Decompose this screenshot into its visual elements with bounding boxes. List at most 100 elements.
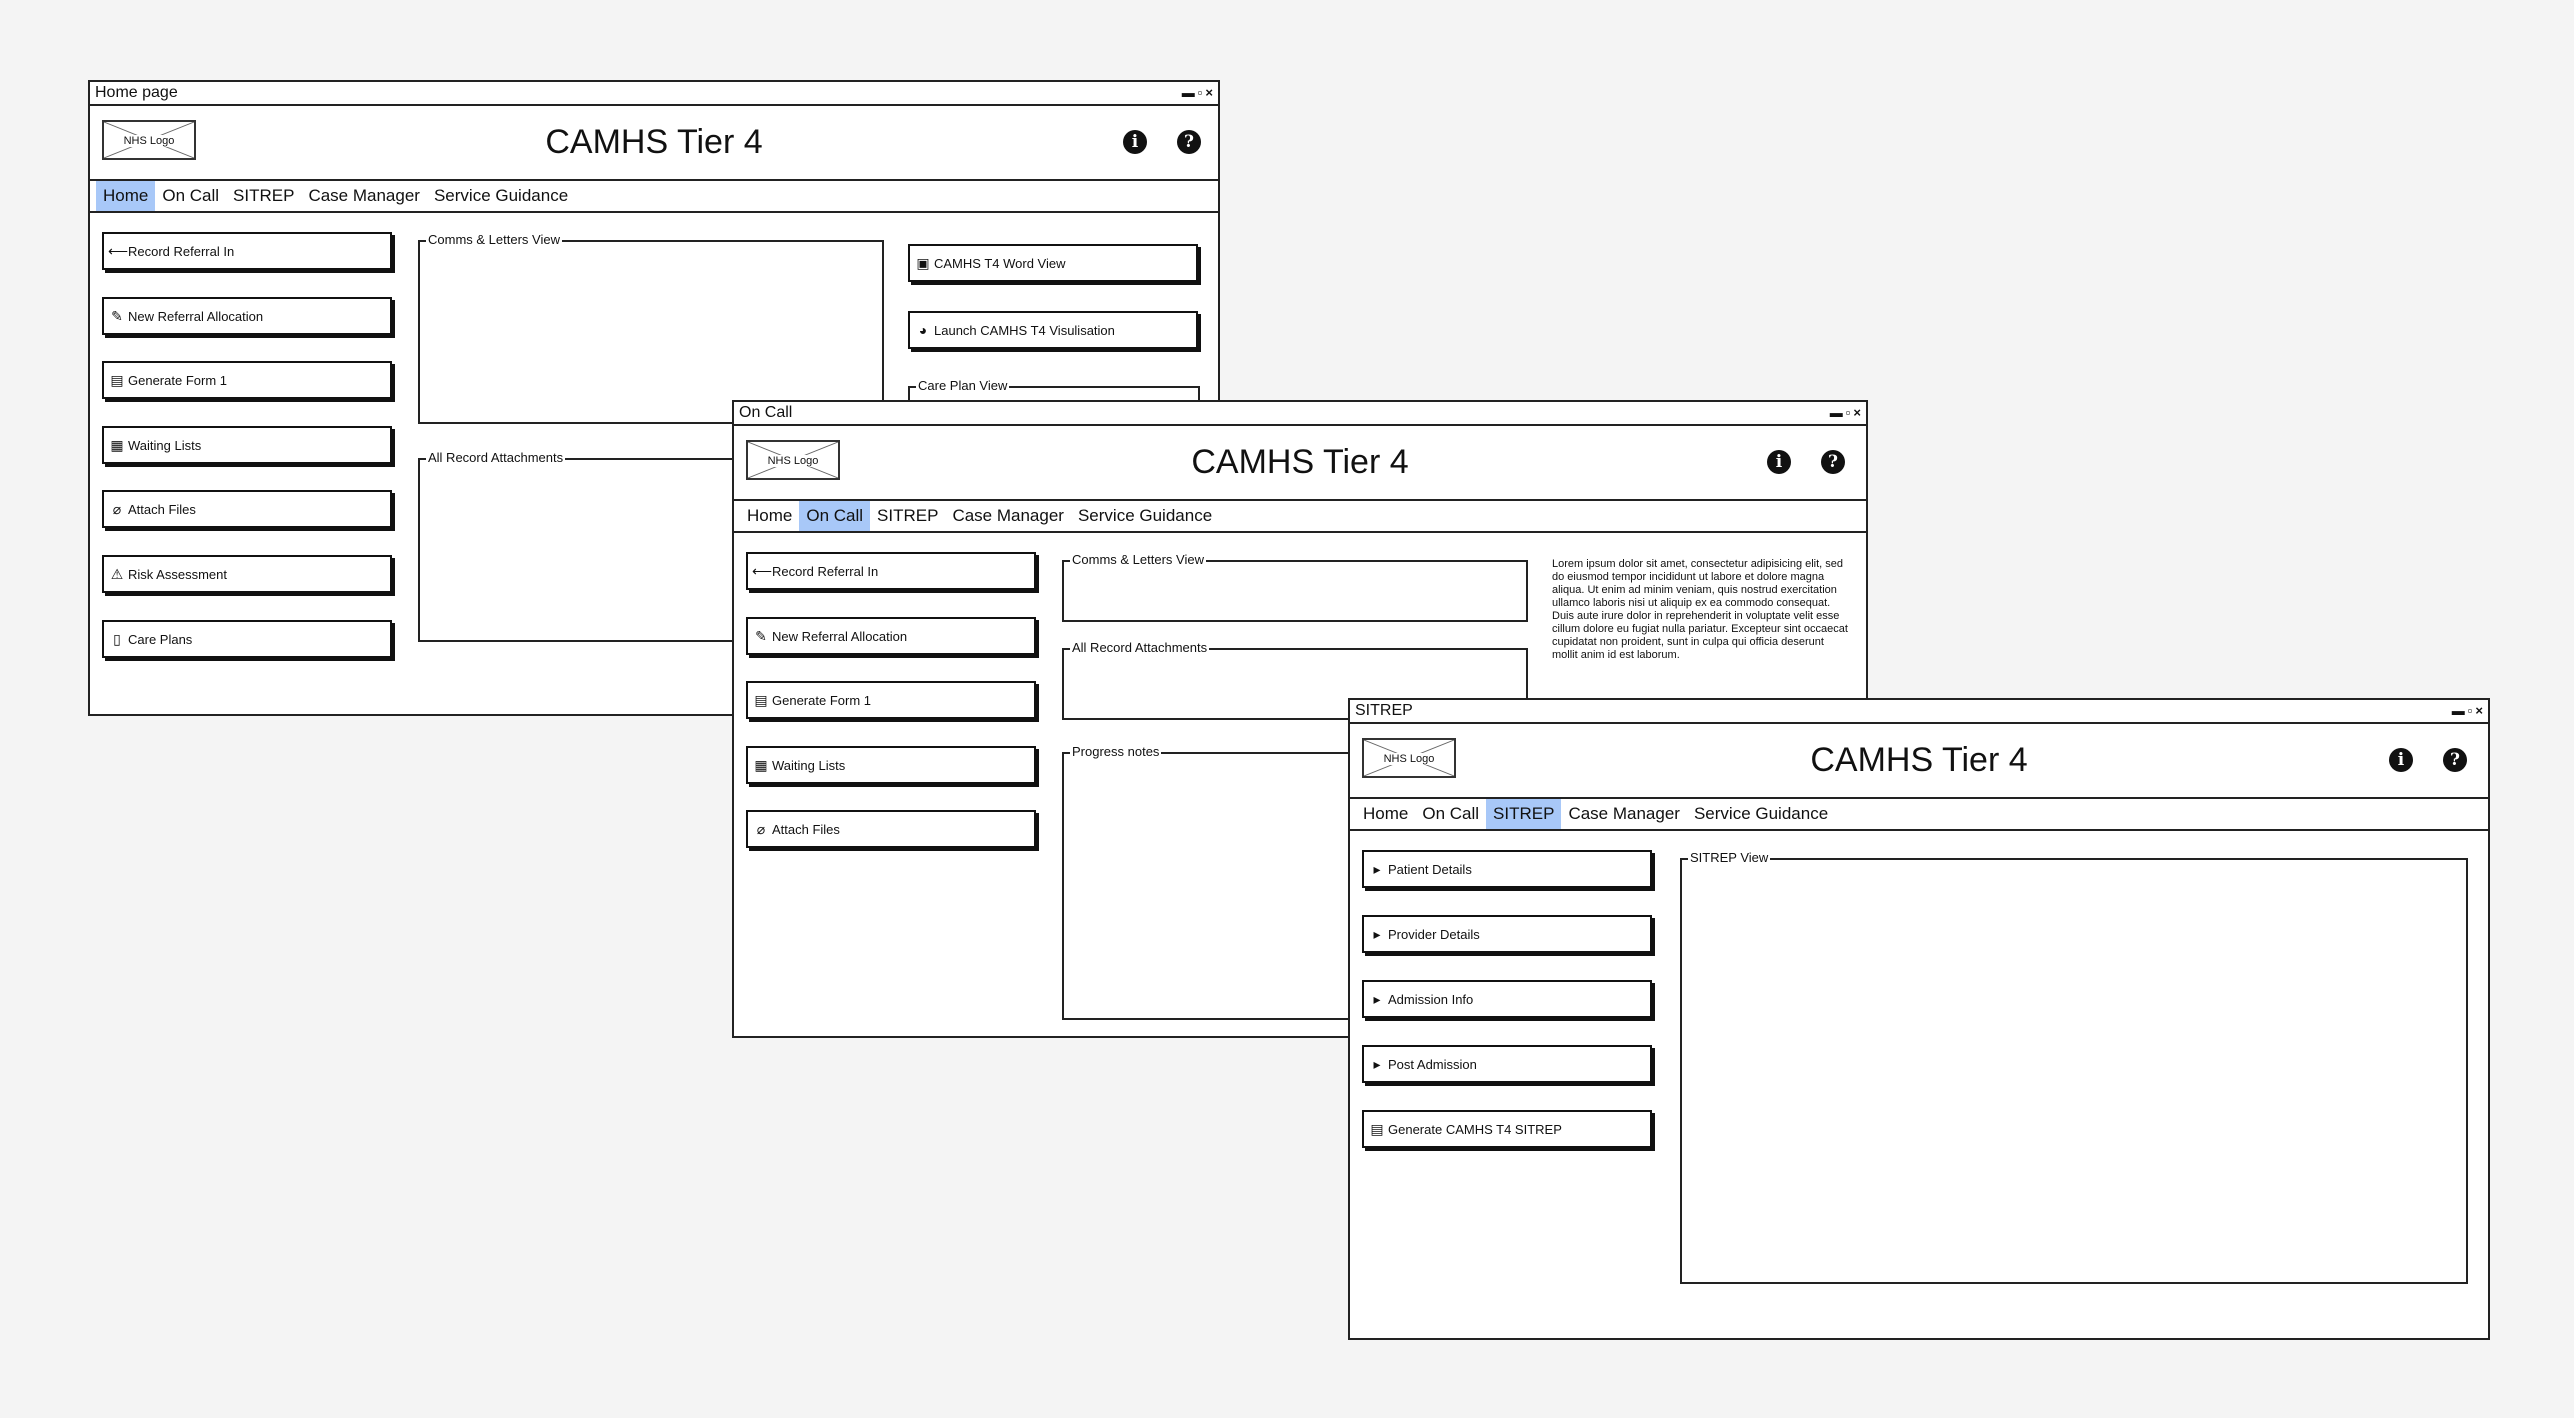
window-controls: ▬ ▫ × xyxy=(1180,82,1214,104)
tab-service-guidance[interactable]: Service Guidance xyxy=(1687,799,1835,829)
info-icon[interactable]: i xyxy=(1123,130,1147,154)
generate-sitrep-button[interactable]: ▤ Generate CAMHS T4 SITREP xyxy=(1362,1110,1652,1148)
tab-home[interactable]: Home xyxy=(740,501,799,531)
minimize-icon[interactable]: ▬ xyxy=(1182,82,1196,104)
attach-files-button[interactable]: ⌀ Attach Files xyxy=(746,810,1036,848)
tab-on-call[interactable]: On Call xyxy=(1415,799,1486,829)
comms-letters-panel: Comms & Letters View xyxy=(418,231,884,424)
tab-sitrep[interactable]: SITREP xyxy=(870,501,945,531)
waiting-lists-button[interactable]: ▦ Waiting Lists xyxy=(746,746,1036,784)
paperclip-icon: ⌀ xyxy=(112,501,122,517)
admission-info-button[interactable]: ▸ Admission Info xyxy=(1362,980,1652,1018)
window-controls: ▬ ▫ × xyxy=(1828,402,1862,424)
risk-assessment-button[interactable]: ⚠ Risk Assessment xyxy=(102,555,392,593)
arrow-left-icon: ⟵ xyxy=(752,563,773,579)
nav-bar: Home On Call SITREP Case Manager Service Gui… xyxy=(734,501,1866,533)
help-icon[interactable]: ? xyxy=(1177,130,1201,154)
generate-form-1-button[interactable]: ▤ Generate Form 1 xyxy=(746,681,1036,719)
button-label: Provider Details xyxy=(1388,927,1480,942)
button-label: Waiting Lists xyxy=(128,438,202,453)
minimize-icon[interactable]: ▬ xyxy=(2452,700,2466,722)
close-icon[interactable]: × xyxy=(1853,402,1862,424)
tab-service-guidance[interactable]: Service Guidance xyxy=(1071,501,1219,531)
provider-details-button[interactable]: ▸ Provider Details xyxy=(1362,915,1652,953)
paperclip-icon: ⌀ xyxy=(756,821,766,837)
window-titlebar[interactable]: SITREP ▬ ▫ × xyxy=(1350,700,2488,724)
caret-right-icon: ▸ xyxy=(1373,861,1381,877)
tab-on-call[interactable]: On Call xyxy=(799,501,871,531)
window-titlebar[interactable]: Home page ▬ ▫ × xyxy=(90,82,1218,106)
edit-icon: ✎ xyxy=(755,628,767,644)
panel-label: Care Plan View xyxy=(916,377,1010,395)
tab-home[interactable]: Home xyxy=(96,181,156,211)
nav-bar: Home On Call SITREP Case Manager Service Gui… xyxy=(1350,799,2488,831)
info-icon[interactable]: i xyxy=(2389,748,2413,772)
warning-icon: ⚠ xyxy=(110,566,124,582)
lorem-text: Lorem ipsum dolor sit amet, consectetur … xyxy=(1552,558,1848,661)
window-titlebar[interactable]: On Call ▬ ▫ × xyxy=(734,402,1866,426)
launch-visualisation-button[interactable]: ◕ Launch CAMHS T4 Visulisation xyxy=(908,311,1198,349)
care-plans-button[interactable]: ▯ Care Plans xyxy=(102,620,392,658)
help-icon[interactable]: ? xyxy=(1821,450,1845,474)
panel-label: Comms & Letters View xyxy=(1070,551,1206,569)
maximize-icon[interactable]: ▫ xyxy=(1198,82,1204,104)
panel-label: Comms & Letters View xyxy=(426,231,562,249)
calendar-icon: ▦ xyxy=(110,437,124,453)
tab-case-manager[interactable]: Case Manager xyxy=(945,501,1071,531)
window-controls: ▬ ▫ × xyxy=(2450,700,2484,722)
sitrep-window: SITREP ▬ ▫ × NHS Logo CAMHS Tier 4 i ? Hom… xyxy=(1348,698,2490,1340)
maximize-icon[interactable]: ▫ xyxy=(1846,402,1852,424)
tab-home[interactable]: Home xyxy=(1356,799,1415,829)
tab-sitrep[interactable]: SITREP xyxy=(226,181,301,211)
button-label: Care Plans xyxy=(128,632,193,647)
button-label: Record Referral In xyxy=(128,244,235,259)
panel-label: All Record Attachments xyxy=(426,449,566,467)
button-label: Generate CAMHS T4 SITREP xyxy=(1388,1122,1562,1137)
minimize-icon[interactable]: ▬ xyxy=(1830,402,1844,424)
tab-case-manager[interactable]: Case Manager xyxy=(301,181,427,211)
record-referral-in-button[interactable]: ⟵Record Referral In xyxy=(102,232,392,270)
info-icon[interactable]: i xyxy=(1767,450,1791,474)
waiting-lists-button[interactable]: ▦ Waiting Lists xyxy=(102,426,392,464)
tab-on-call[interactable]: On Call xyxy=(155,181,226,211)
button-label: Attach Files xyxy=(128,502,196,517)
document-icon: ▯ xyxy=(113,631,121,647)
form-icon: ▤ xyxy=(754,692,768,708)
button-label: Risk Assessment xyxy=(128,567,227,582)
maximize-icon[interactable]: ▫ xyxy=(2468,700,2474,722)
tab-sitrep[interactable]: SITREP xyxy=(1486,799,1562,829)
help-icon[interactable]: ? xyxy=(2443,748,2467,772)
patient-details-button[interactable]: ▸ Patient Details xyxy=(1362,850,1652,888)
button-label: Patient Details xyxy=(1388,862,1472,877)
app-title: CAMHS Tier 4 xyxy=(1810,741,2028,779)
new-referral-allocation-button[interactable]: ✎ New Referral Allocation xyxy=(746,617,1036,655)
attach-files-button[interactable]: ⌀ Attach Files xyxy=(102,490,392,528)
tab-service-guidance[interactable]: Service Guidance xyxy=(427,181,575,211)
window-title: On Call xyxy=(739,404,793,421)
close-icon[interactable]: × xyxy=(2475,700,2484,722)
button-label: Record Referral In xyxy=(772,564,879,579)
comms-letters-panel: Comms & Letters View xyxy=(1062,551,1528,622)
tab-case-manager[interactable]: Case Manager xyxy=(1561,799,1687,829)
app-header: NHS Logo CAMHS Tier 4 i ? xyxy=(90,106,1218,181)
record-referral-in-button[interactable]: ⟵Record Referral In xyxy=(746,552,1036,590)
panel-label: SITREP View xyxy=(1688,849,1771,867)
clipboard-icon: ▣ xyxy=(916,255,930,271)
edit-icon: ✎ xyxy=(111,308,123,324)
app-header: NHS Logo CAMHS Tier 4 i ? xyxy=(1350,724,2488,799)
dashboard-icon: ◕ xyxy=(918,322,928,338)
caret-right-icon: ▸ xyxy=(1373,926,1381,942)
new-referral-allocation-button[interactable]: ✎ New Referral Allocation xyxy=(102,297,392,335)
caret-right-icon: ▸ xyxy=(1373,1056,1381,1072)
button-label: Admission Info xyxy=(1388,992,1474,1007)
close-icon[interactable]: × xyxy=(1205,82,1214,104)
button-label: Generate Form 1 xyxy=(772,693,871,708)
nav-bar: Home On Call SITREP Case Manager Service Gui… xyxy=(90,181,1218,213)
generate-form-1-button[interactable]: ▤ Generate Form 1 xyxy=(102,361,392,399)
post-admission-button[interactable]: ▸ Post Admission xyxy=(1362,1045,1652,1083)
window-title: Home page xyxy=(95,84,178,101)
app-header: NHS Logo CAMHS Tier 4 i ? xyxy=(734,426,1866,501)
app-title: CAMHS Tier 4 xyxy=(545,123,763,161)
app-title: CAMHS Tier 4 xyxy=(1191,443,1409,481)
camhs-t4-word-view-button[interactable]: ▣ CAMHS T4 Word View xyxy=(908,244,1198,282)
